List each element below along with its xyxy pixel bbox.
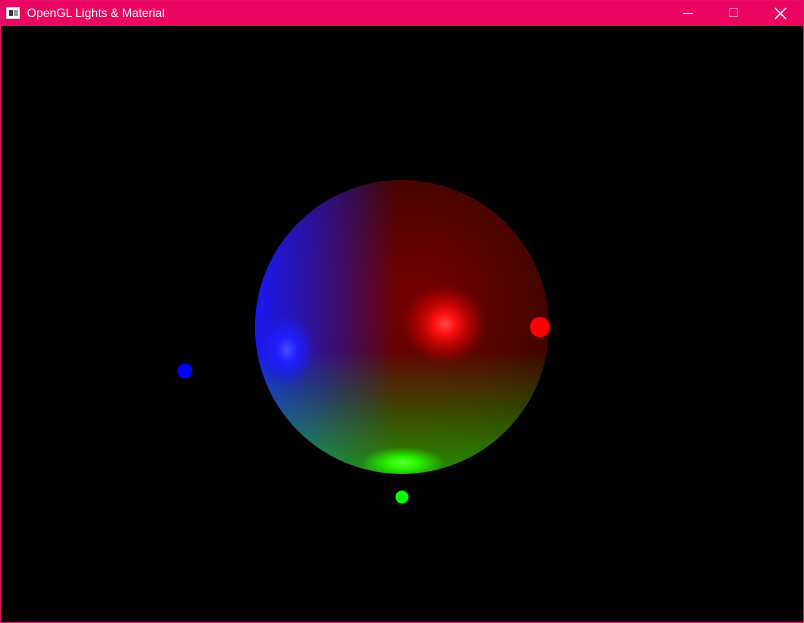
close-button[interactable] bbox=[757, 1, 803, 26]
red-specular-highlight bbox=[403, 284, 487, 364]
app-icon-left-pane bbox=[9, 10, 13, 16]
close-icon bbox=[774, 7, 787, 20]
blue-light-source bbox=[177, 363, 193, 379]
minimize-button[interactable] bbox=[665, 1, 711, 26]
lit-sphere bbox=[255, 180, 549, 474]
maximize-icon bbox=[729, 8, 738, 17]
application-window-icon[interactable] bbox=[6, 7, 20, 19]
red-light-source bbox=[530, 317, 550, 337]
window-title: OpenGL Lights & Material bbox=[27, 6, 165, 20]
app-window: OpenGL Lights & Material bbox=[0, 0, 804, 623]
green-specular-highlight bbox=[361, 447, 445, 474]
title-bar[interactable]: OpenGL Lights & Material bbox=[1, 1, 803, 26]
green-light-source bbox=[395, 490, 409, 504]
maximize-button[interactable] bbox=[711, 1, 757, 26]
render-scene bbox=[177, 180, 550, 504]
minimize-icon bbox=[683, 13, 693, 14]
app-icon-right-pane bbox=[14, 10, 18, 16]
opengl-viewport[interactable] bbox=[1, 26, 803, 622]
blue-specular-highlight bbox=[259, 314, 315, 386]
